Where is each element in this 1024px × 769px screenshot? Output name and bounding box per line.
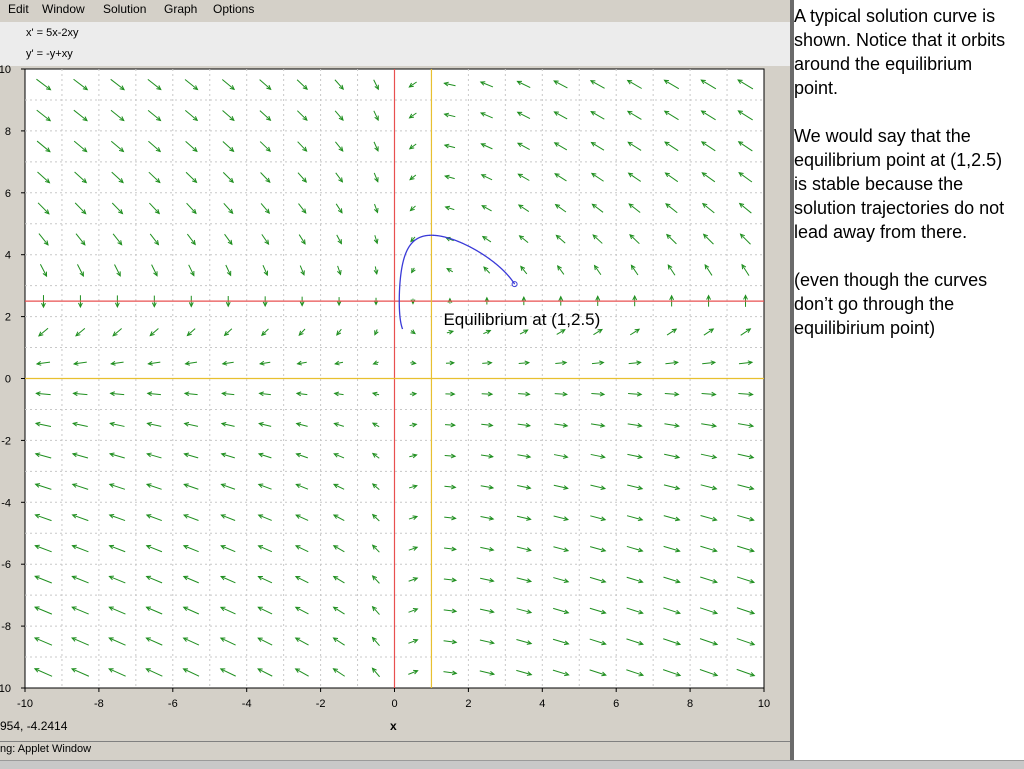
x-tick-label: 2 xyxy=(465,698,471,710)
notes-panel: A typical solution curve is shown. Notic… xyxy=(794,4,1020,364)
y-tick-label: -8 xyxy=(1,621,11,633)
x-tick-label: 8 xyxy=(687,698,693,710)
y-tick-label: 6 xyxy=(5,188,11,200)
y-tick-label: -10 xyxy=(0,683,11,695)
x-tick-label: 10 xyxy=(758,698,770,710)
applet-window: Edit Window Solution Graph Options x' = … xyxy=(0,0,791,760)
coordinate-readout: 954, -4.2414 xyxy=(0,719,67,733)
status-text: ng: Applet Window xyxy=(0,743,91,755)
y-tick-label: 0 xyxy=(5,374,11,386)
x-tick-label: 4 xyxy=(539,698,545,710)
x-axis-label: x xyxy=(390,719,397,733)
status-bar: ng: Applet Window xyxy=(0,741,790,759)
phase-plane-plot[interactable]: -10 -8 -6 -4 -2 0 2 4 6 8 10 10 8 6 4 2 0 -2 -4 -6 -8 -10 Equ… xyxy=(0,0,790,760)
y-tick-label: -2 xyxy=(1,435,11,447)
note-paragraph-2: We would say that the equilibrium point … xyxy=(794,124,1020,244)
x-tick-label: 0 xyxy=(391,698,397,710)
y-tick-label: 4 xyxy=(5,250,11,262)
x-tick-label: -2 xyxy=(316,698,326,710)
x-tick-label: -6 xyxy=(168,698,178,710)
y-tick-label: 2 xyxy=(5,312,11,324)
x-tick-label: -8 xyxy=(94,698,104,710)
y-tick-label: 8 xyxy=(5,126,11,138)
y-tick-label: -6 xyxy=(1,559,11,571)
x-tick-label: -4 xyxy=(242,698,252,710)
equilibrium-annotation: Equilibrium at (1,2.5) xyxy=(443,310,600,329)
y-tick-label: -4 xyxy=(1,497,11,509)
y-tick-label: 10 xyxy=(0,64,11,76)
note-paragraph-3: (even though the curves don’t go through… xyxy=(794,268,1020,340)
x-tick-label: 6 xyxy=(613,698,619,710)
note-paragraph-1: A typical solution curve is shown. Notic… xyxy=(794,4,1020,100)
x-tick-label: -10 xyxy=(17,698,33,710)
